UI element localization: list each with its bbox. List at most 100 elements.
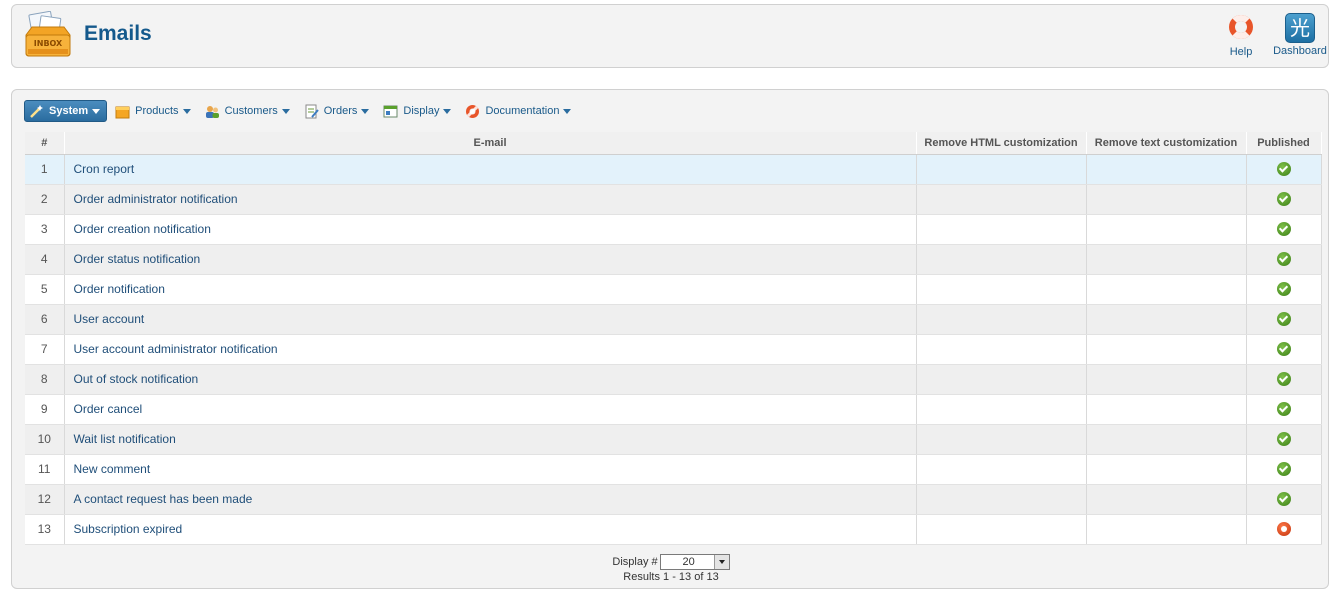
published-check-icon[interactable]: [1276, 222, 1291, 237]
email-link[interactable]: Order notification: [64, 274, 917, 305]
main-panel: System Products Customers Orders Display…: [11, 89, 1329, 589]
email-link[interactable]: Order creation notification: [64, 214, 917, 245]
remove-html-cell: [916, 274, 1087, 305]
menu-products[interactable]: Products: [111, 100, 196, 122]
unpublished-icon[interactable]: [1276, 522, 1291, 537]
email-link[interactable]: Order status notification: [64, 244, 917, 275]
menu-orders[interactable]: Orders: [300, 100, 376, 122]
published-check-icon[interactable]: [1276, 342, 1291, 357]
remove-html-cell: [916, 304, 1087, 335]
menu-system-label: System: [49, 105, 89, 117]
column-header-remove-html: Remove HTML customization: [916, 132, 1087, 155]
remove-text-cell: [1086, 484, 1247, 515]
published-cell: [1246, 244, 1322, 275]
menu-documentation-label: Documentation: [485, 105, 560, 117]
published-cell: [1246, 334, 1322, 365]
column-header-remove-text: Remove text customization: [1086, 132, 1247, 155]
menu-orders-label: Orders: [323, 105, 358, 117]
table-row: 12 A contact request has been made: [25, 484, 1322, 515]
published-cell: [1246, 454, 1322, 485]
table-row: 8 Out of stock notification: [25, 364, 1322, 395]
remove-text-cell: [1086, 274, 1247, 305]
remove-html-cell: [916, 334, 1087, 365]
chevron-down-icon: [92, 108, 101, 114]
published-cell: [1246, 514, 1322, 545]
table-row: 5 Order notification: [25, 274, 1322, 305]
column-header-number: #: [25, 132, 65, 155]
table-row: 7 User account administrator notificatio…: [25, 334, 1322, 365]
row-number: 1: [25, 154, 65, 185]
remove-text-cell: [1086, 424, 1247, 455]
published-cell: [1246, 424, 1322, 455]
row-number: 4: [25, 244, 65, 275]
dashboard-label: Dashboard: [1273, 45, 1327, 57]
page-title: Emails: [84, 22, 152, 45]
remove-text-cell: [1086, 304, 1247, 335]
row-number: 2: [25, 184, 65, 215]
menu-products-label: Products: [135, 105, 179, 117]
published-check-icon[interactable]: [1276, 282, 1291, 297]
email-link[interactable]: Subscription expired: [64, 514, 917, 545]
help-label: Help: [1229, 46, 1253, 58]
published-check-icon[interactable]: [1276, 252, 1291, 267]
row-number: 13: [25, 514, 65, 545]
email-link[interactable]: User account administrator notification: [64, 334, 917, 365]
remove-text-cell: [1086, 394, 1247, 425]
menu-documentation[interactable]: Documentation: [461, 100, 577, 122]
published-check-icon[interactable]: [1276, 492, 1291, 507]
email-link[interactable]: New comment: [64, 454, 917, 485]
published-check-icon[interactable]: [1276, 402, 1291, 417]
email-link[interactable]: Out of stock notification: [64, 364, 917, 395]
remove-html-cell: [916, 394, 1087, 425]
email-link[interactable]: Wait list notification: [64, 424, 917, 455]
help-button[interactable]: Help: [1222, 13, 1260, 58]
table-row: 6 User account: [25, 304, 1322, 335]
chevron-down-icon: [281, 108, 290, 114]
column-header-published[interactable]: Published: [1246, 132, 1322, 155]
inbox-icon-text: INBOX: [34, 39, 63, 48]
table-body: 1 Cron report 2 Order administrator noti…: [25, 154, 1322, 545]
wand-icon: [29, 104, 44, 119]
email-link[interactable]: A contact request has been made: [64, 484, 917, 515]
box-icon: [115, 104, 130, 119]
menu-display[interactable]: Display: [379, 100, 457, 122]
remove-text-cell: [1086, 364, 1247, 395]
published-cell: [1246, 154, 1322, 185]
row-number: 8: [25, 364, 65, 395]
menu-display-label: Display: [403, 105, 440, 117]
dashboard-button[interactable]: 光 Dashboard: [1270, 13, 1330, 57]
row-number: 3: [25, 214, 65, 245]
display-label: Display #: [612, 556, 658, 568]
published-check-icon[interactable]: [1276, 312, 1291, 327]
display-icon: [383, 104, 398, 119]
published-cell: [1246, 214, 1322, 245]
table-row: 2 Order administrator notification: [25, 184, 1322, 215]
chevron-down-icon: [443, 108, 452, 114]
table-row: 3 Order creation notification: [25, 214, 1322, 245]
row-number: 9: [25, 394, 65, 425]
email-link[interactable]: Order cancel: [64, 394, 917, 425]
table-header-row: # E-mail Remove HTML customization Remov…: [25, 132, 1322, 155]
published-check-icon[interactable]: [1276, 162, 1291, 177]
published-check-icon[interactable]: [1276, 462, 1291, 477]
published-cell: [1246, 394, 1322, 425]
email-link[interactable]: Order administrator notification: [64, 184, 917, 215]
inbox-icon: INBOX: [24, 10, 72, 59]
row-number: 10: [25, 424, 65, 455]
column-header-email[interactable]: E-mail: [64, 132, 917, 155]
published-cell: [1246, 274, 1322, 305]
email-link[interactable]: User account: [64, 304, 917, 335]
menu-customers[interactable]: Customers: [201, 100, 296, 122]
published-check-icon[interactable]: [1276, 432, 1291, 447]
email-link[interactable]: Cron report: [64, 154, 917, 185]
row-number: 12: [25, 484, 65, 515]
menu-system[interactable]: System: [24, 100, 108, 122]
published-check-icon[interactable]: [1276, 372, 1291, 387]
lifebuoy-icon: [1229, 15, 1253, 39]
published-check-icon[interactable]: [1276, 192, 1291, 207]
remove-text-cell: [1086, 184, 1247, 215]
table-row: 1 Cron report: [25, 154, 1322, 185]
display-count-select[interactable]: 20: [659, 554, 730, 570]
table-row: 13 Subscription expired: [25, 514, 1322, 545]
row-number: 7: [25, 334, 65, 365]
